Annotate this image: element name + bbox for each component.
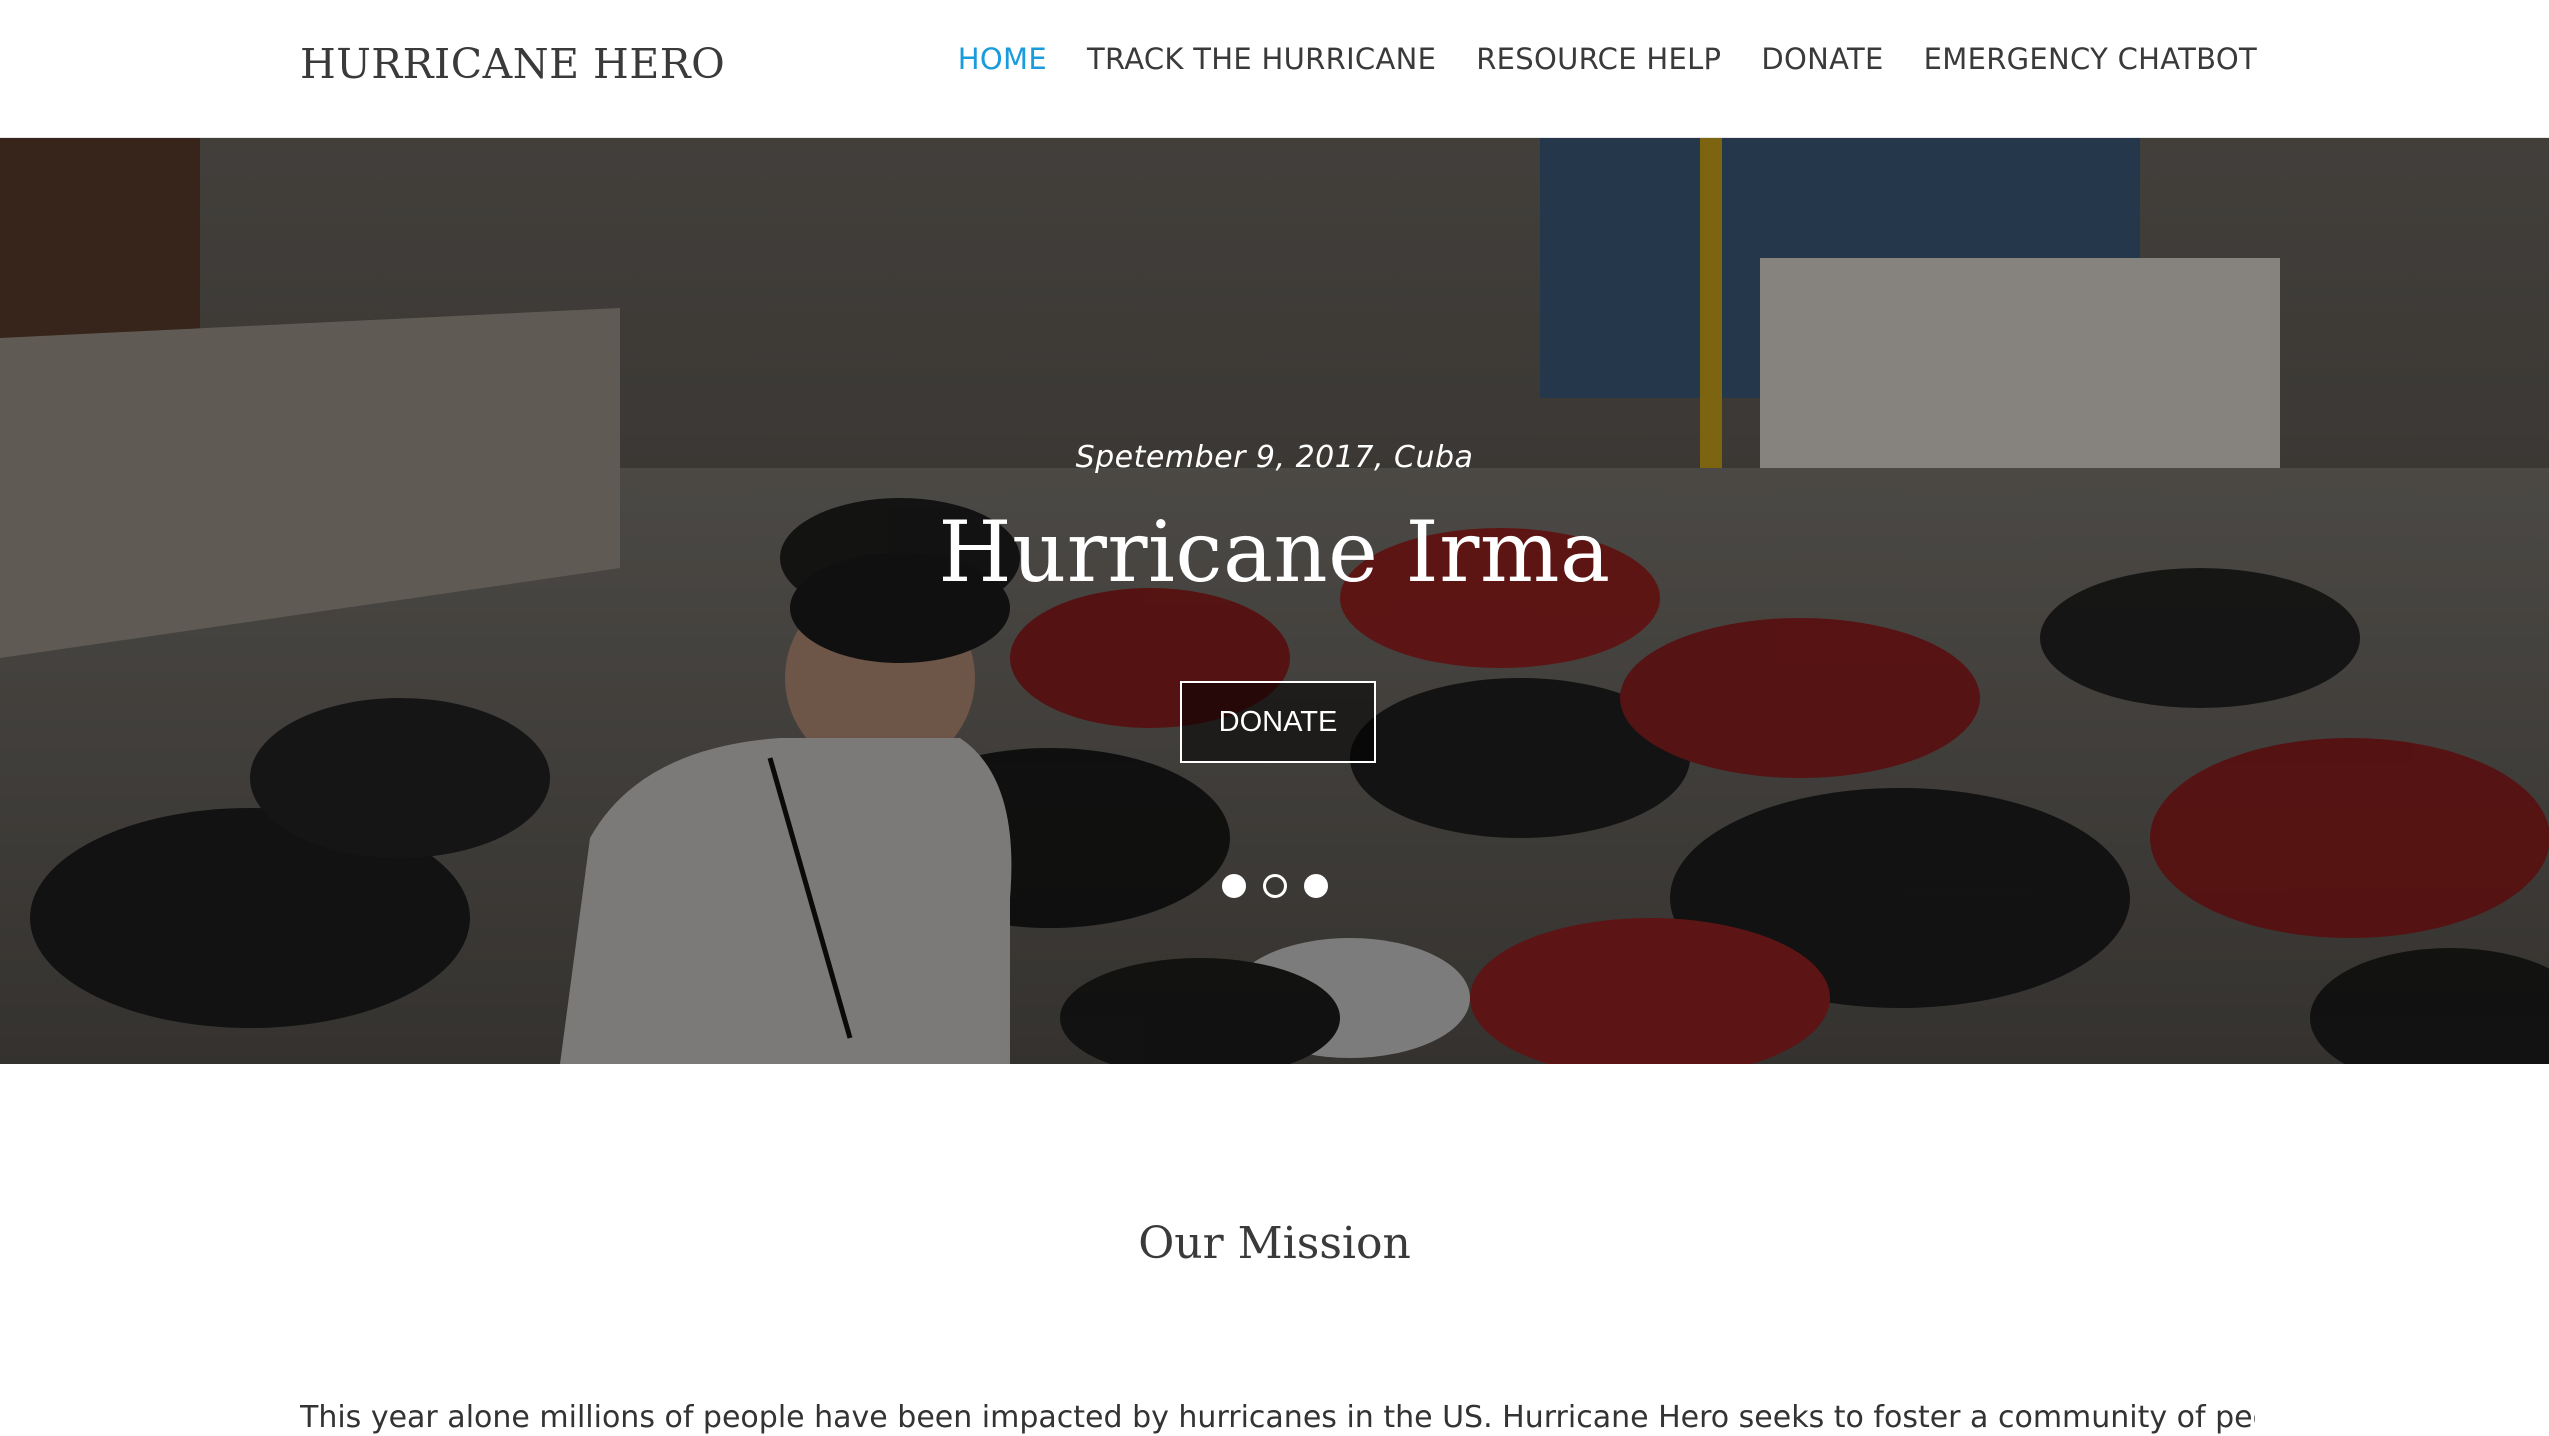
nav-item-resource: RESOURCE HELP bbox=[1476, 42, 1721, 76]
nav-item-chatbot: EMERGENCY CHATBOT bbox=[1924, 42, 2257, 76]
carousel-dot-1[interactable] bbox=[1221, 874, 1246, 898]
nav-link-track-the-hurricane[interactable]: TRACK THE HURRICANE bbox=[1087, 42, 1436, 76]
nav-link-emergency-chatbot[interactable]: EMERGENCY CHATBOT bbox=[1924, 42, 2257, 76]
brand-logo[interactable]: HURRICANE HERO bbox=[300, 40, 725, 88]
nav-item-home: HOME bbox=[958, 42, 1047, 76]
carousel-dot-2[interactable] bbox=[1262, 874, 1287, 898]
mission-text: This year alone millions of people have … bbox=[300, 1400, 2255, 1435]
navbar: HURRICANE HERO HOME TRACK THE HURRICANE … bbox=[0, 0, 2549, 138]
main-nav: HOME TRACK THE HURRICANE RESOURCE HELP D… bbox=[958, 42, 2257, 76]
hero-donate-button[interactable]: DONATE bbox=[1180, 681, 1376, 763]
nav-item-track: TRACK THE HURRICANE bbox=[1087, 42, 1436, 76]
hero-dark-overlay bbox=[0, 138, 2549, 1064]
nav-item-donate: DONATE bbox=[1761, 42, 1883, 76]
carousel-dot-3[interactable] bbox=[1303, 874, 1328, 898]
nav-link-resource-help[interactable]: RESOURCE HELP bbox=[1476, 42, 1721, 76]
hero-carousel: Spetember 9, 2017, Cuba Hurricane Irma D… bbox=[0, 138, 2549, 1064]
hero-date: Spetember 9, 2017, Cuba bbox=[1075, 440, 1474, 475]
hero-title: Hurricane Irma bbox=[938, 503, 1611, 601]
nav-link-donate[interactable]: DONATE bbox=[1761, 42, 1883, 76]
nav-link-home[interactable]: HOME bbox=[958, 42, 1047, 76]
carousel-indicators bbox=[0, 874, 2549, 898]
mission-title: Our Mission bbox=[1138, 1218, 1411, 1269]
